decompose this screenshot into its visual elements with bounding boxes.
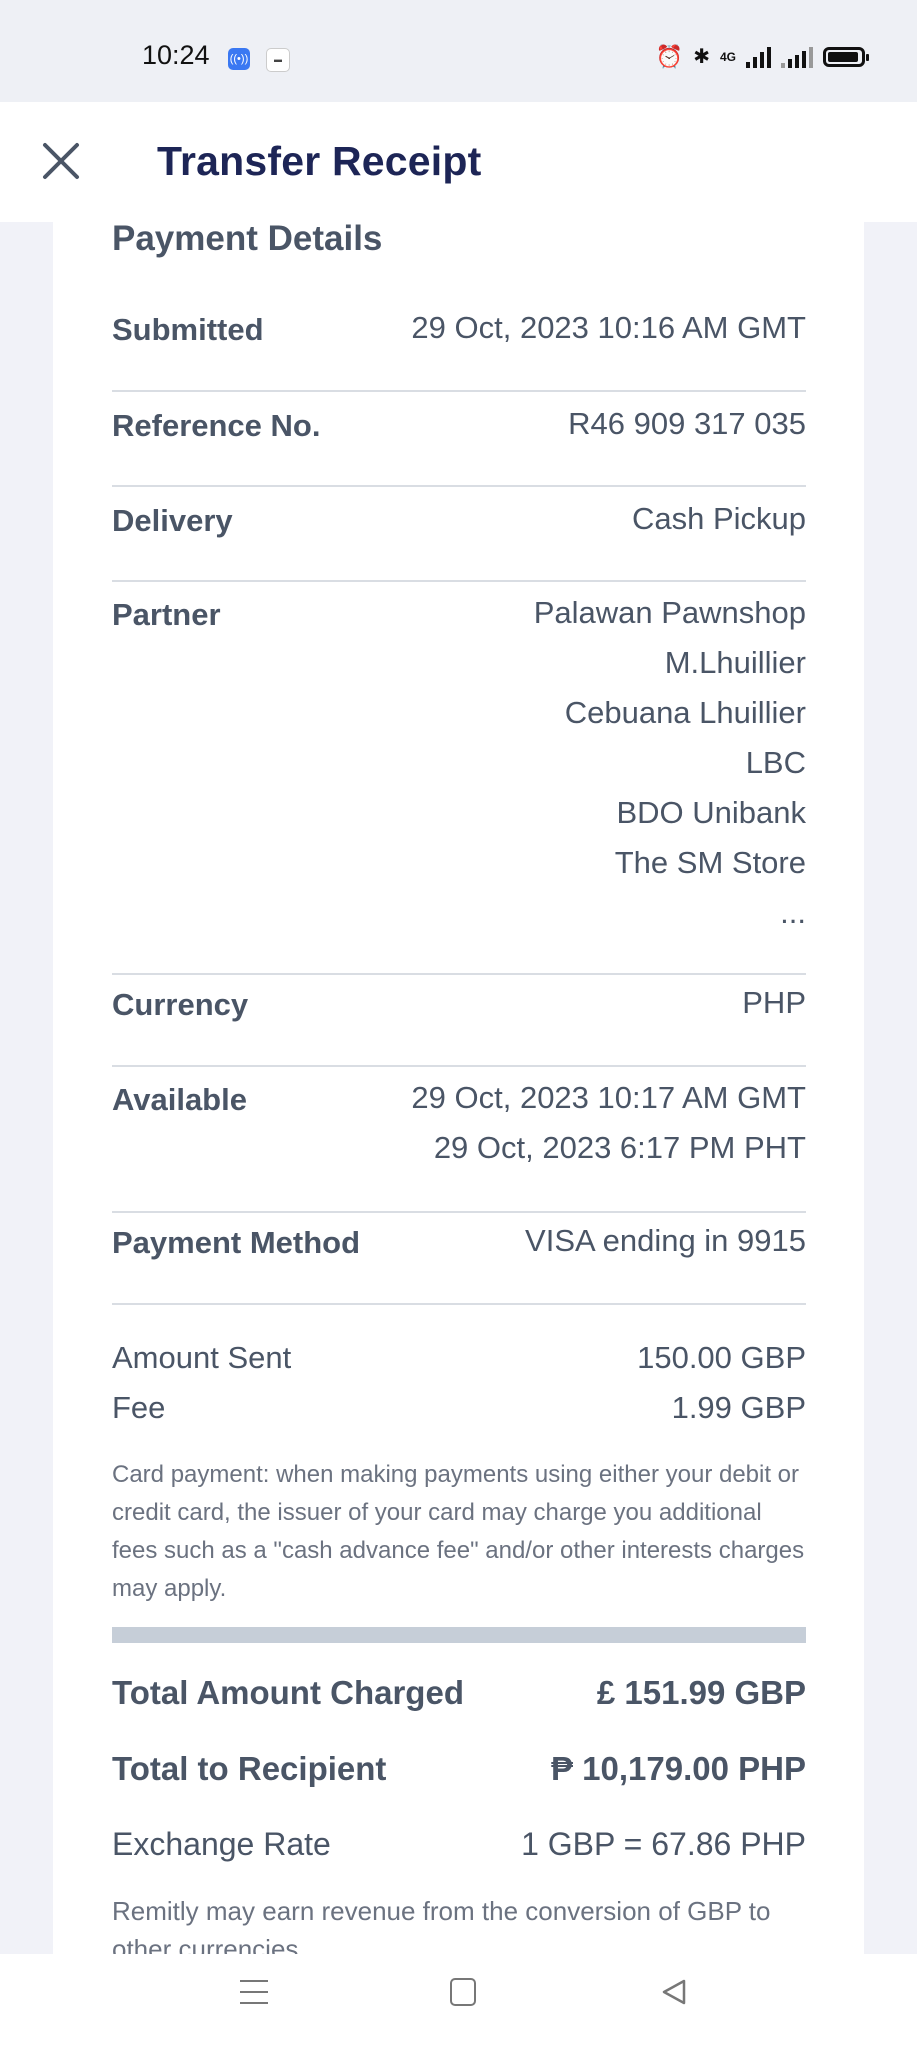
partner-item: M.Lhuillier [664,645,806,680]
exchange-rate-value: 1 GBP = 67.86 PHP [521,1826,806,1862]
status-bar: 10:24 ((•)) ▬ ⏰ ✱ 4G [0,0,917,102]
total-recipient-row: Total to Recipient ₱ 10,179.00 PHP [112,1750,806,1788]
bluetooth-icon: ✱ [693,46,710,68]
totals-divider [112,1627,806,1643]
amount-sent-label: Amount Sent [112,1340,292,1375]
amount-sent-value: 150.00 GBP [637,1340,806,1375]
total-charged-label: Total Amount Charged [112,1674,464,1711]
partner-row: Partner Palawan Pawnshop M.Lhuillier Ceb… [112,595,806,975]
exchange-rate-row: Exchange Rate 1 GBP = 67.86 PHP [112,1826,806,1863]
section-title: Payment Details [112,222,383,258]
home-icon[interactable] [450,1978,476,2006]
payment-method-value: VISA ending in 9915 [525,1223,806,1258]
total-charged-row: Total Amount Charged £ 151.99 GBP [112,1674,806,1712]
total-recipient-value: ₱ 10,179.00 PHP [550,1750,806,1787]
status-time: 10:24 [142,40,210,70]
partner-item: Palawan Pawnshop [533,595,806,630]
receipt-card[interactable]: Payment Details Submitted 29 Oct, 2023 1… [53,222,864,1954]
app-icon: ▬ [266,48,290,72]
currency-label: Currency [112,987,249,1022]
available-label: Available [112,1082,247,1117]
exchange-rate-label: Exchange Rate [112,1826,331,1862]
partner-label: Partner [112,597,221,632]
fee-row: Fee 1.99 GBP [112,1390,806,1426]
network-label: 4G [719,50,736,64]
currency-value: PHP [742,985,806,1020]
back-icon[interactable] [660,1978,688,2006]
submitted-value: 29 Oct, 2023 10:16 AM GMT [411,310,806,345]
partner-item: BDO Unibank [616,795,806,830]
payment-method-label: Payment Method [112,1225,361,1260]
amount-sent-row: Amount Sent 150.00 GBP [112,1340,806,1376]
available-gmt: 29 Oct, 2023 10:17 AM GMT [411,1080,806,1115]
partner-item: Cebuana Lhuillier [564,695,806,730]
reference-value: R46 909 317 035 [568,406,806,441]
partner-item: The SM Store [614,845,806,880]
close-button[interactable] [36,136,86,186]
payment-method-row: Payment Method VISA ending in 9915 [112,1223,806,1305]
fee-label: Fee [112,1390,166,1425]
battery-icon [823,47,869,67]
menu-icon[interactable] [240,1980,268,2006]
card-payment-note: Card payment: when making payments using… [112,1461,805,1602]
signal-icon [746,46,771,68]
status-icons: ⏰ ✱ 4G [655,42,869,72]
delivery-value: Cash Pickup [631,501,806,536]
submitted-label: Submitted [112,312,264,347]
reference-label: Reference No. [112,408,321,443]
nfc-icon: ((•)) [228,48,250,70]
partner-more: ... [780,895,806,930]
available-values: 29 Oct, 2023 10:17 AM GMT 29 Oct, 2023 6… [411,1073,806,1173]
reference-row: Reference No. R46 909 317 035 [112,406,806,487]
partner-item: LBC [745,745,806,780]
delivery-row: Delivery Cash Pickup [112,501,806,582]
signal-icon-2 [781,46,813,68]
total-recipient-label: Total to Recipient [112,1750,387,1787]
currency-row: Currency PHP [112,985,806,1067]
fee-value: 1.99 GBP [671,1390,806,1425]
delivery-label: Delivery [112,503,233,538]
available-pht: 29 Oct, 2023 6:17 PM PHT [433,1130,806,1165]
page-title: Transfer Receipt [157,138,482,184]
available-row: Available 29 Oct, 2023 10:17 AM GMT 29 O… [112,1080,806,1213]
close-icon [43,143,79,179]
partner-list: Palawan Pawnshop M.Lhuillier Cebuana Lhu… [534,588,806,938]
total-charged-value: £ 151.99 GBP [596,1674,806,1711]
submitted-row: Submitted 29 Oct, 2023 10:16 AM GMT [112,310,806,392]
fx-revenue-note: Remitly may earn revenue from the conver… [112,1896,771,1954]
alarm-icon: ⏰ [655,44,684,69]
